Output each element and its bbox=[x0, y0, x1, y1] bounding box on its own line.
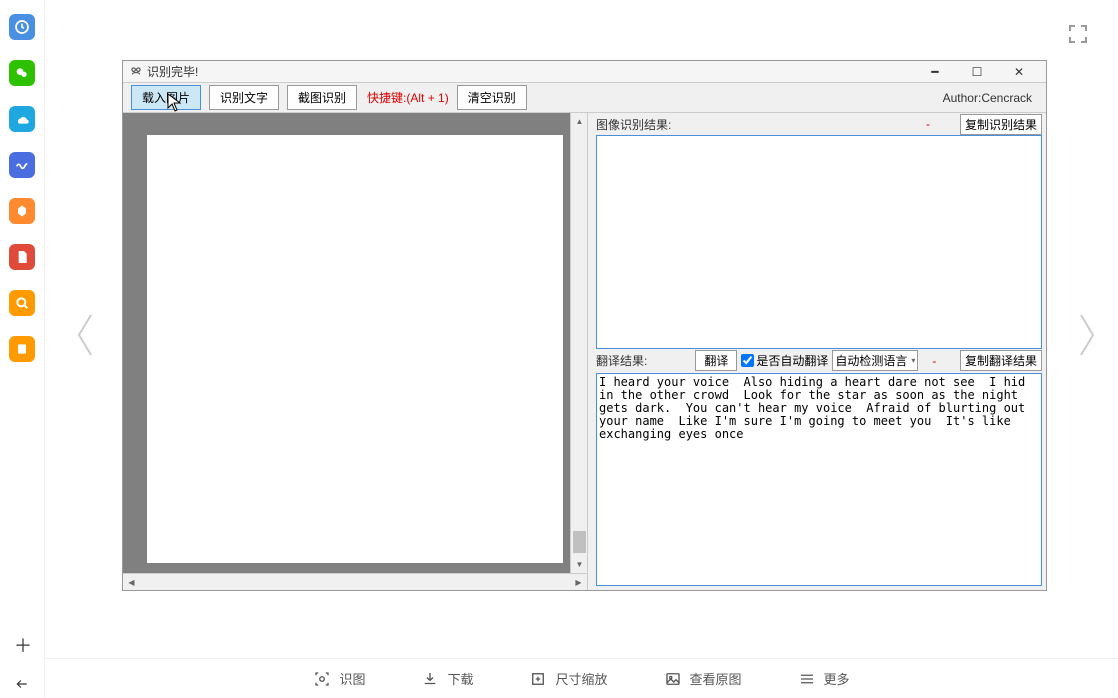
image-panel: ▲ ▼ ◀ ▶ bbox=[123, 113, 588, 590]
more-icon bbox=[798, 670, 816, 688]
language-selected: 自动检测语言 bbox=[835, 352, 907, 369]
add-icon[interactable]: ＋ bbox=[14, 632, 32, 658]
minimize-button[interactable]: ━ bbox=[914, 61, 956, 83]
recognize-text-button[interactable]: 识别文字 bbox=[209, 85, 279, 110]
bottom-zoom-button[interactable]: 尺寸缩放 bbox=[529, 669, 607, 688]
app-icon bbox=[129, 65, 143, 79]
prev-arrow[interactable] bbox=[70, 310, 100, 360]
sidebar-search-icon[interactable] bbox=[9, 290, 35, 316]
sidebar-shape-icon[interactable] bbox=[9, 198, 35, 224]
recognition-dash: - bbox=[926, 117, 960, 131]
scroll-left-icon[interactable]: ◀ bbox=[123, 574, 140, 591]
chevron-down-icon: ▾ bbox=[911, 356, 915, 365]
sidebar-pdf-icon[interactable] bbox=[9, 244, 35, 270]
window-controls: ━ ☐ ✕ bbox=[914, 61, 1040, 83]
next-arrow[interactable] bbox=[1072, 310, 1102, 360]
zoom-icon bbox=[529, 670, 547, 688]
back-icon[interactable] bbox=[14, 677, 30, 694]
language-select[interactable]: 自动检测语言 ▾ bbox=[832, 350, 918, 371]
scan-icon bbox=[313, 670, 331, 688]
image-canvas bbox=[147, 135, 563, 563]
scroll-up-icon[interactable]: ▲ bbox=[571, 113, 588, 130]
bottom-zoom-label: 尺寸缩放 bbox=[555, 669, 607, 688]
app-window: 识别完毕! ━ ☐ ✕ 载入图片 识别文字 截图识别 快捷键:(Alt + 1)… bbox=[122, 60, 1047, 591]
image-viewer[interactable] bbox=[123, 113, 570, 573]
translate-button[interactable]: 翻译 bbox=[695, 350, 737, 371]
download-icon bbox=[421, 670, 439, 688]
bottom-toolbar: 识图 下载 尺寸缩放 查看原图 更多 bbox=[45, 658, 1118, 698]
recognition-label: 图像识别结果: bbox=[596, 116, 671, 133]
sidebar-cloud-icon[interactable] bbox=[9, 106, 35, 132]
clear-recognize-button[interactable]: 清空识别 bbox=[457, 85, 527, 110]
toolbar: 载入图片 识别文字 截图识别 快捷键:(Alt + 1) 清空识别 Author… bbox=[123, 83, 1046, 113]
right-panel: 图像识别结果: - 复制识别结果 翻译结果: 翻译 是否自动翻译 自动检测语言 … bbox=[588, 113, 1046, 590]
author-label: Author:Cencrack bbox=[943, 91, 1038, 105]
bottom-more-button[interactable]: 更多 bbox=[798, 669, 850, 688]
window-titlebar[interactable]: 识别完毕! ━ ☐ ✕ bbox=[123, 61, 1046, 83]
bottom-download-label: 下载 bbox=[447, 669, 473, 688]
bottom-view-original-button[interactable]: 查看原图 bbox=[664, 669, 742, 688]
translation-label: 翻译结果: bbox=[596, 352, 647, 369]
bottom-recognize-button[interactable]: 识图 bbox=[313, 669, 365, 688]
close-button[interactable]: ✕ bbox=[998, 61, 1040, 83]
vertical-scroll-thumb[interactable] bbox=[573, 531, 586, 553]
maximize-button[interactable]: ☐ bbox=[956, 61, 998, 83]
window-body: ▲ ▼ ◀ ▶ 图像识别结果: - 复制识别结果 翻译结果: bbox=[123, 113, 1046, 590]
auto-translate-input[interactable] bbox=[741, 354, 754, 367]
load-image-button[interactable]: 载入图片 bbox=[131, 85, 201, 110]
sidebar-wechat-icon[interactable] bbox=[9, 60, 35, 86]
screenshot-recognize-button[interactable]: 截图识别 bbox=[287, 85, 357, 110]
recognition-textarea[interactable] bbox=[596, 135, 1042, 349]
translation-dash: - bbox=[922, 354, 946, 368]
bottom-more-label: 更多 bbox=[824, 669, 850, 688]
window-title: 识别完毕! bbox=[147, 63, 914, 80]
image-icon bbox=[664, 670, 682, 688]
fullscreen-icon[interactable] bbox=[1066, 22, 1090, 46]
vertical-scrollbar[interactable]: ▲ ▼ bbox=[570, 113, 587, 573]
sidebar-book-icon[interactable] bbox=[9, 336, 35, 362]
recognition-header: 图像识别结果: - 复制识别结果 bbox=[596, 115, 1042, 133]
auto-translate-label: 是否自动翻译 bbox=[756, 352, 828, 369]
copy-translation-button[interactable]: 复制翻译结果 bbox=[960, 350, 1042, 371]
scroll-right-icon[interactable]: ▶ bbox=[570, 574, 587, 591]
bottom-view-original-label: 查看原图 bbox=[690, 669, 742, 688]
scroll-down-icon[interactable]: ▼ bbox=[571, 556, 588, 573]
bottom-download-button[interactable]: 下载 bbox=[421, 669, 473, 688]
sidebar-wave-icon[interactable] bbox=[9, 152, 35, 178]
translation-header: 翻译结果: 翻译 是否自动翻译 自动检测语言 ▾ - 复制翻译结果 bbox=[596, 351, 1042, 371]
hotkey-label: 快捷键:(Alt + 1) bbox=[367, 89, 449, 106]
copy-recognition-button[interactable]: 复制识别结果 bbox=[960, 114, 1042, 135]
auto-translate-checkbox[interactable]: 是否自动翻译 bbox=[741, 352, 828, 369]
bottom-recognize-label: 识图 bbox=[339, 669, 365, 688]
left-sidebar: ＋ bbox=[0, 0, 45, 698]
translation-textarea[interactable] bbox=[596, 373, 1042, 587]
sidebar-clock-icon[interactable] bbox=[9, 14, 35, 40]
horizontal-scrollbar[interactable]: ◀ ▶ bbox=[123, 573, 587, 590]
